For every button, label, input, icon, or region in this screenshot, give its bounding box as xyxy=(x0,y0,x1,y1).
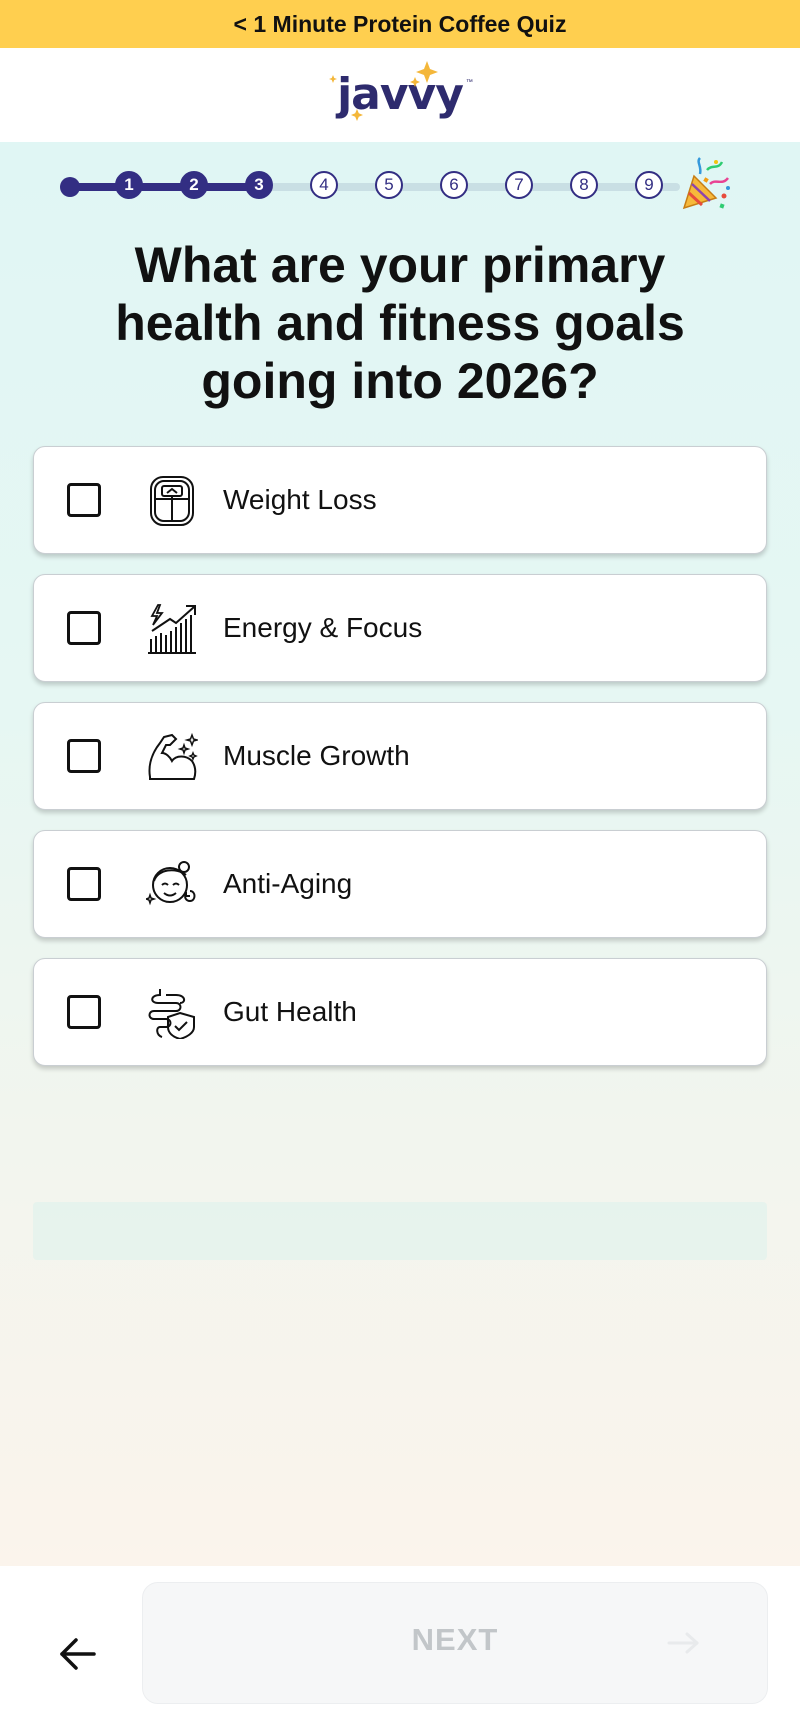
progress-step-6: 6 xyxy=(440,171,468,199)
quiz-footer: NEXT xyxy=(0,1566,800,1720)
scale-icon xyxy=(150,476,194,526)
progress-step-5: 5 xyxy=(375,171,403,199)
arrow-left-icon[interactable] xyxy=(52,1628,104,1680)
option-energy-focus[interactable]: Energy & Focus xyxy=(33,574,767,682)
intestine-shield-icon xyxy=(148,989,195,1039)
progress-step-8: 8 xyxy=(570,171,598,199)
logo-wordmark: javvy xyxy=(337,69,464,120)
option-label: Energy & Focus xyxy=(223,612,423,643)
question-title: What are your primary health and fitness… xyxy=(115,237,685,409)
quiz-main: 1 2 3 4 5 6 7 8 9 What are your primary … xyxy=(0,142,800,1566)
next-button[interactable]: NEXT xyxy=(142,1582,768,1704)
progress-start-dot xyxy=(60,177,80,197)
trademark-mark: ™ xyxy=(465,79,473,86)
option-label: Muscle Growth xyxy=(223,740,410,771)
promo-banner-text: < 1 Minute Protein Coffee Quiz xyxy=(233,10,567,37)
checkbox[interactable] xyxy=(67,995,101,1029)
energy-chart-icon xyxy=(148,604,196,654)
option-weight-loss[interactable]: Weight Loss xyxy=(33,446,767,554)
option-label: Gut Health xyxy=(223,996,357,1027)
checkbox[interactable] xyxy=(67,867,101,901)
faint-placeholder-band xyxy=(33,1202,767,1260)
progress-fill xyxy=(70,183,260,191)
progress-step-3: 3 xyxy=(245,171,273,199)
progress-step-9: 9 xyxy=(635,171,663,199)
checkbox[interactable] xyxy=(67,611,101,645)
next-button-label: NEXT xyxy=(411,1622,499,1657)
arrow-right-icon xyxy=(667,1632,699,1654)
option-anti-aging[interactable]: Anti-Aging xyxy=(33,830,767,938)
checkbox[interactable] xyxy=(67,739,101,773)
option-label: Weight Loss xyxy=(223,484,377,515)
option-gut-health[interactable]: Gut Health xyxy=(33,958,767,1066)
progress-step-4: 4 xyxy=(310,171,338,199)
progress-step-1: 1 xyxy=(115,171,143,199)
party-popper-icon xyxy=(682,157,730,210)
progress-step-7: 7 xyxy=(505,171,533,199)
option-label: Anti-Aging xyxy=(223,868,353,899)
face-sparkle-icon xyxy=(146,861,196,906)
promo-banner: < 1 Minute Protein Coffee Quiz xyxy=(0,0,800,48)
quiz-progress: 1 2 3 4 5 6 7 8 9 xyxy=(0,142,800,228)
checkbox[interactable] xyxy=(67,483,101,517)
option-muscle-growth[interactable]: Muscle Growth xyxy=(33,702,767,810)
site-header: javvy ™ xyxy=(0,48,800,142)
javvy-logo[interactable]: javvy ™ xyxy=(329,61,473,121)
flexed-arm-icon xyxy=(148,732,198,780)
progress-step-2: 2 xyxy=(180,171,208,199)
